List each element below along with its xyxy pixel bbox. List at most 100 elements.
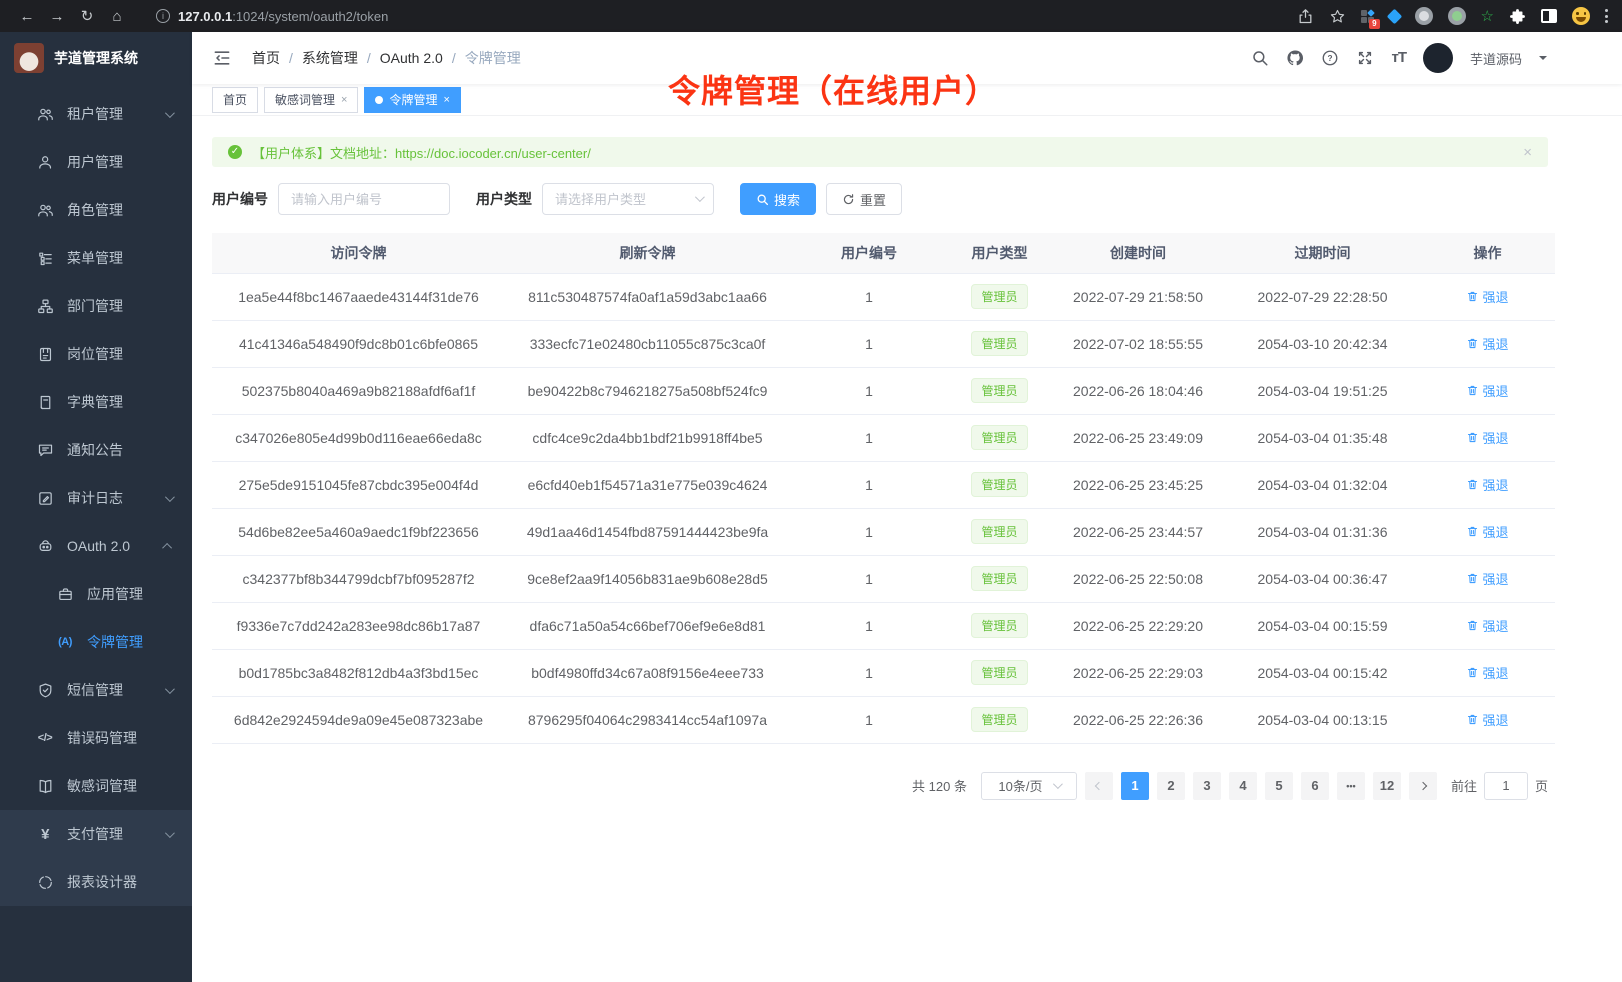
sidebar-item-pay[interactable]: ¥ 支付管理 — [0, 810, 192, 858]
reset-button[interactable]: 重置 — [826, 183, 902, 215]
extension-cmd-icon[interactable] — [1415, 7, 1433, 25]
breadcrumb-separator: / — [289, 50, 293, 66]
page-button-12[interactable]: 12 — [1373, 772, 1401, 800]
extension-gem-icon[interactable] — [1386, 8, 1402, 24]
emoji-extension-icon[interactable] — [1572, 7, 1590, 25]
browser-back-button[interactable]: ← — [14, 8, 40, 25]
table-row: b0d1785bc3a8482f812db4a3f3bd15ec b0df498… — [212, 649, 1555, 696]
alert-link[interactable]: https://doc.iocoder.cn/user-center/ — [395, 146, 591, 161]
page-button-6[interactable]: 6 — [1301, 772, 1329, 800]
access-token-cell: 6d842e2924594de9a09e45e087323abe — [212, 696, 505, 743]
search-button[interactable]: 搜索 — [740, 183, 816, 215]
sidebar-item-post[interactable]: 岗位管理 — [0, 330, 192, 378]
browser-home-button[interactable]: ⌂ — [104, 8, 130, 25]
user-type-select[interactable] — [542, 183, 714, 215]
sidebar-item-role[interactable]: 角色管理 — [0, 186, 192, 234]
user-id-input[interactable] — [278, 183, 450, 215]
address-bar[interactable]: i 127.0.0.1:1024/system/oauth2/token — [156, 9, 388, 24]
breadcrumb-item[interactable]: OAuth 2.0 — [380, 50, 443, 66]
sidebar-item-sms[interactable]: 短信管理 — [0, 666, 192, 714]
sidebar-item-sensitive-word[interactable]: 敏感词管理 — [0, 762, 192, 810]
app-logo[interactable]: 芋道管理系统 — [0, 32, 192, 84]
font-size-icon[interactable]: тT — [1391, 49, 1406, 67]
tab-close-icon[interactable]: × — [341, 94, 347, 106]
tab-close-icon[interactable]: × — [443, 94, 449, 106]
page-button-5[interactable]: 5 — [1265, 772, 1293, 800]
force-logout-button[interactable]: 强退 — [1466, 616, 1508, 635]
share-icon[interactable] — [1297, 8, 1314, 25]
browser-forward-button[interactable]: → — [44, 8, 70, 25]
github-icon[interactable] — [1286, 49, 1304, 67]
refresh-token-cell: b0df4980ffd34c67a08f9156e4eee733 — [505, 649, 790, 696]
browser-reload-button[interactable]: ↻ — [74, 7, 100, 25]
force-logout-button[interactable]: 强退 — [1466, 569, 1508, 588]
sidebar-item-dept[interactable]: 部门管理 — [0, 282, 192, 330]
expire-time-cell: 2054-03-04 01:32:04 — [1225, 461, 1420, 508]
collapse-sidebar-icon[interactable] — [212, 48, 232, 68]
force-logout-button[interactable]: 强退 — [1466, 334, 1508, 353]
column-header: 访问令牌 — [212, 233, 505, 273]
force-logout-button[interactable]: 强退 — [1466, 522, 1508, 541]
force-logout-button[interactable]: 强退 — [1466, 710, 1508, 729]
site-info-icon[interactable]: i — [156, 9, 170, 23]
user-caret-icon[interactable] — [1539, 56, 1547, 64]
bookmark-star-icon[interactable] — [1329, 8, 1346, 25]
page-size-select[interactable]: 10条/页 — [981, 772, 1077, 800]
token-table: 访问令牌刷新令牌用户编号用户类型创建时间过期时间操作 1ea5e44f8bc14… — [212, 233, 1555, 744]
force-logout-button[interactable]: 强退 — [1466, 287, 1508, 306]
sidebar-item-audit-log[interactable]: 审计日志 — [0, 474, 192, 522]
expire-time-cell: 2054-03-04 00:13:15 — [1225, 696, 1420, 743]
user-type-badge: 管理员 — [971, 425, 1027, 450]
table-row: 54d6be82ee5a460a9aedc1f9bf223656 49d1aa4… — [212, 508, 1555, 555]
sidebar-item-dict[interactable]: 字典管理 — [0, 378, 192, 426]
page-button-1[interactable]: 1 — [1121, 772, 1149, 800]
browser-menu-icon[interactable] — [1605, 9, 1608, 23]
users-icon — [36, 105, 54, 123]
sidebar-item-oauth2-token[interactable]: (A) 令牌管理 — [0, 618, 192, 666]
search-icon[interactable] — [1251, 49, 1269, 67]
force-logout-button[interactable]: 强退 — [1466, 475, 1508, 494]
force-logout-button[interactable]: 强退 — [1466, 428, 1508, 447]
users-icon — [36, 201, 54, 219]
force-logout-button[interactable]: 强退 — [1466, 381, 1508, 400]
sidebar-item-report-designer[interactable]: 报表设计器 — [0, 858, 192, 906]
username[interactable]: 芋道源码 — [1470, 49, 1522, 68]
breadcrumb-item[interactable]: 首页 — [252, 48, 280, 68]
sidebar-item-oauth2-app[interactable]: 应用管理 — [0, 570, 192, 618]
sidebar: 芋道管理系统 租户管理 用户管理 角色管理 菜单管理 部门管理 岗位管理 字典管… — [0, 32, 192, 982]
tab-敏感词管理[interactable]: 敏感词管理× — [264, 87, 358, 113]
user-id-label: 用户编号 — [212, 189, 268, 209]
extension-grid-icon[interactable]: 9 — [1361, 10, 1374, 23]
tab-令牌管理[interactable]: 令牌管理× — [364, 87, 460, 113]
sidebar-item-user[interactable]: 用户管理 — [0, 138, 192, 186]
avatar[interactable] — [1423, 43, 1453, 73]
help-icon[interactable]: ? — [1321, 49, 1339, 67]
sidebar-item-tenant[interactable]: 租户管理 — [0, 90, 192, 138]
fullscreen-icon[interactable] — [1356, 49, 1374, 67]
user-id-cell: 1 — [790, 602, 948, 649]
prev-page-button[interactable] — [1085, 772, 1113, 800]
sidebar-toggle-icon[interactable] — [1541, 9, 1557, 23]
next-page-button[interactable] — [1409, 772, 1437, 800]
extension-dot-icon[interactable] — [1448, 7, 1466, 25]
filter-bar: 用户编号 用户类型 搜索 重置 — [212, 183, 1548, 215]
extension-puzzle-icon[interactable] — [1509, 8, 1526, 25]
access-token-cell: 275e5de9151045fe87cbdc395e004f4d — [212, 461, 505, 508]
access-token-cell: c347026e805e4d99b0d116eae66eda8c — [212, 414, 505, 461]
created-time-cell: 2022-06-25 22:29:20 — [1051, 602, 1225, 649]
page-button-2[interactable]: 2 — [1157, 772, 1185, 800]
tab-首页[interactable]: 首页 — [212, 87, 258, 113]
sidebar-item-menu[interactable]: 菜单管理 — [0, 234, 192, 282]
extension-star-icon[interactable]: ☆ — [1481, 9, 1494, 24]
page-button-3[interactable]: 3 — [1193, 772, 1221, 800]
page-ellipsis-button[interactable]: ••• — [1337, 772, 1365, 800]
breadcrumb-item[interactable]: 系统管理 — [302, 48, 358, 68]
goto-page-input[interactable] — [1484, 772, 1528, 800]
sidebar-item-oauth2[interactable]: OAuth 2.0 — [0, 522, 192, 570]
page-button-4[interactable]: 4 — [1229, 772, 1257, 800]
force-logout-button[interactable]: 强退 — [1466, 663, 1508, 682]
sidebar-item-error-code[interactable]: </> 错误码管理 — [0, 714, 192, 762]
alert-close-icon[interactable]: × — [1523, 144, 1532, 161]
refresh-token-cell: 49d1aa46d1454fbd87591444423be9fa — [505, 508, 790, 555]
sidebar-item-notice[interactable]: 通知公告 — [0, 426, 192, 474]
